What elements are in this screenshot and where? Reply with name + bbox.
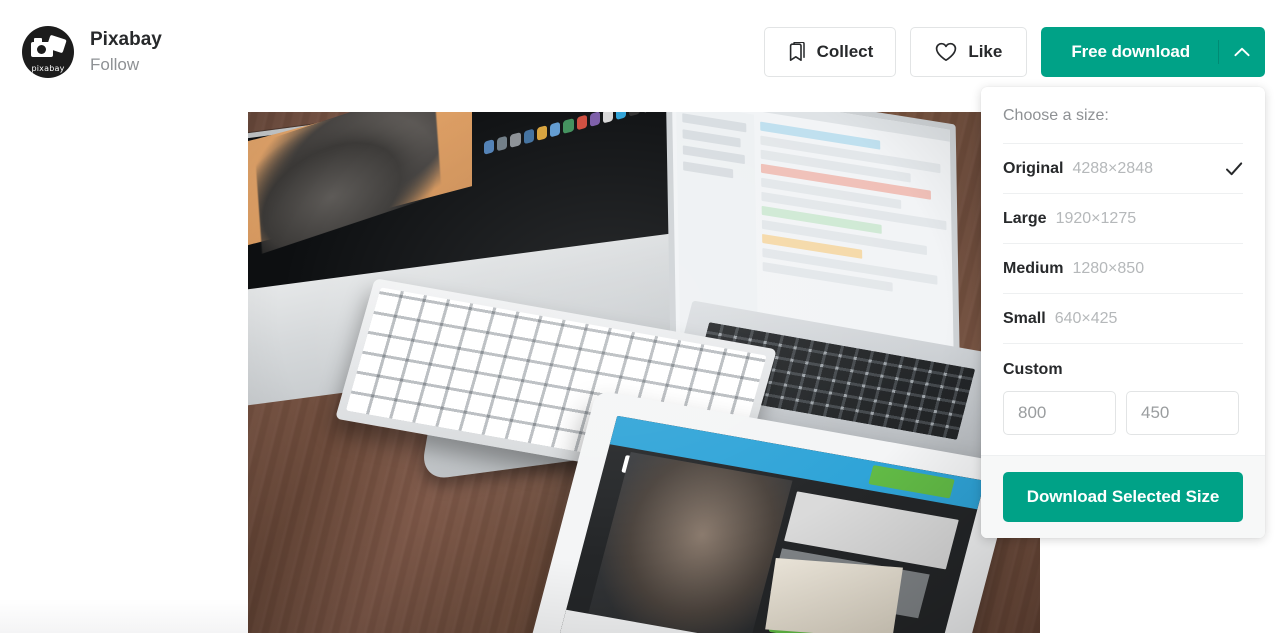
size-option-name: Medium — [1003, 259, 1064, 277]
chevron-up-icon[interactable] — [1219, 27, 1265, 77]
size-panel-body: Choose a size: Original 4288×2848 Large … — [981, 87, 1265, 455]
like-button[interactable]: Like — [910, 27, 1028, 77]
size-option-dimensions: 1920×1275 — [1055, 209, 1137, 227]
free-download-button[interactable]: Free download — [1041, 27, 1265, 77]
collect-button[interactable]: Collect — [763, 27, 897, 77]
size-panel-footer: Download Selected Size — [981, 455, 1265, 538]
size-option-name: Large — [1003, 209, 1047, 227]
size-option-name: Original — [1003, 159, 1064, 177]
check-icon — [1225, 160, 1243, 178]
page-bottom-fade — [0, 599, 248, 633]
size-dropdown-panel: Choose a size: Original 4288×2848 Large … — [981, 87, 1265, 538]
free-download-label: Free download — [1071, 42, 1190, 61]
photo-vignette — [248, 112, 1040, 633]
size-option-large[interactable]: Large 1920×1275 — [1003, 193, 1243, 243]
like-button-label: Like — [968, 42, 1003, 61]
custom-size-block: Custom — [1003, 343, 1243, 455]
bookmark-icon — [787, 41, 806, 63]
header-actions: Collect Like Free download — [763, 27, 1265, 77]
uploader-block[interactable]: pixabay Pixabay Follow — [22, 26, 162, 78]
download-selected-size-button[interactable]: Download Selected Size — [1003, 472, 1243, 522]
photo-detail-page: pixabay Pixabay Follow Collect Like Free… — [0, 0, 1287, 633]
size-option-dimensions: 4288×2848 — [1072, 159, 1153, 177]
avatar[interactable]: pixabay — [22, 26, 74, 78]
uploader-meta: Pixabay Follow — [90, 29, 162, 75]
custom-size-label: Custom — [1003, 361, 1063, 378]
size-option-original[interactable]: Original 4288×2848 — [1003, 143, 1243, 193]
custom-width-input[interactable] — [1003, 391, 1116, 435]
size-option-dimensions: 1280×850 — [1072, 259, 1145, 277]
custom-height-input[interactable] — [1126, 391, 1239, 435]
size-option-small[interactable]: Small 640×425 — [1003, 293, 1243, 343]
size-option-name: Small — [1003, 309, 1046, 327]
avatar-brand-text: pixabay — [31, 64, 65, 73]
check-icon-placeholder — [1225, 260, 1243, 278]
custom-size-inputs — [1003, 391, 1243, 435]
check-icon-placeholder — [1225, 210, 1243, 228]
uploader-name: Pixabay — [90, 28, 162, 50]
follow-link[interactable]: Follow — [90, 55, 162, 75]
size-option-dimensions: 640×425 — [1054, 309, 1118, 327]
size-option-medium[interactable]: Medium 1280×850 — [1003, 243, 1243, 293]
photo-image — [248, 112, 1040, 633]
collect-button-label: Collect — [816, 42, 874, 61]
heart-icon — [935, 42, 957, 62]
choose-size-caption: Choose a size: — [1003, 107, 1109, 124]
check-icon-placeholder — [1225, 310, 1243, 328]
photo-preview[interactable] — [248, 112, 1040, 633]
